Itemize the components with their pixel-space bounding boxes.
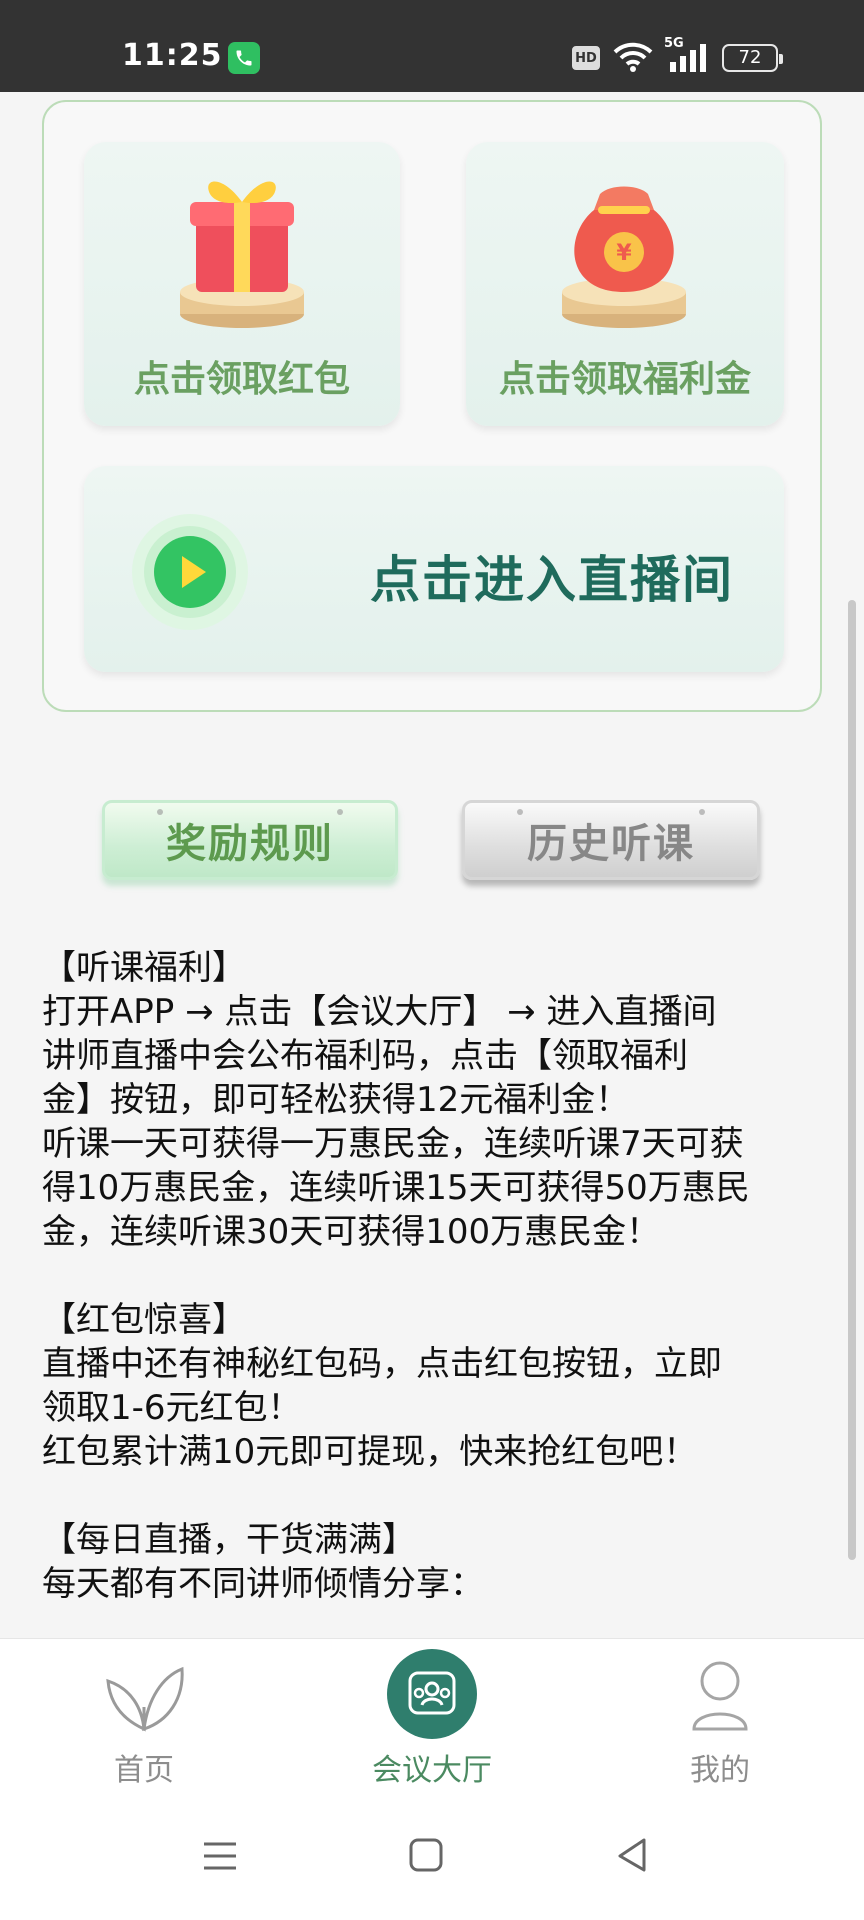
content-line: 讲师直播中会公布福利码，点击【领取福利	[42, 1036, 688, 1076]
decor-dot	[517, 809, 523, 815]
decor-dot	[157, 809, 163, 815]
back-icon[interactable]	[614, 1836, 650, 1876]
nav-me[interactable]: 我的	[620, 1639, 820, 1801]
decor-dot	[337, 809, 343, 815]
phone-call-icon	[228, 42, 260, 74]
reward-rules-tab[interactable]: 奖励规则	[102, 800, 398, 880]
live-room-button[interactable]: 点击进入直播间	[84, 466, 784, 672]
content-line: 金】按钮，即可轻松获得12元福利金！	[42, 1080, 630, 1120]
battery-indicator: 72	[722, 44, 783, 72]
history-classes-label: 历史听课	[527, 821, 695, 867]
menu-icon[interactable]	[200, 1836, 240, 1876]
content-line: 听课一天可获得一万惠民金，连续听课7天可获	[42, 1124, 744, 1164]
scrollbar[interactable]	[848, 600, 856, 1560]
hd-icon: HD	[572, 46, 600, 70]
content-line: 红包累计满10元即可提现，快来抢红包吧！	[42, 1432, 698, 1472]
action-card: 点击领取红包 ¥ 点击领取福利金 点击进入直播间	[42, 100, 822, 712]
system-nav-bar	[0, 1800, 864, 1920]
live-room-label: 点击进入直播间	[370, 551, 734, 609]
play-icon	[132, 514, 248, 630]
reward-rules-label: 奖励规则	[166, 821, 334, 867]
red-packet-label: 点击领取红包	[133, 359, 350, 400]
content-line: 【红包惊喜】	[42, 1300, 246, 1340]
content-line: 【听课福利】	[42, 948, 246, 988]
red-packet-button[interactable]: 点击领取红包	[84, 142, 400, 426]
nav-me-label: 我的	[690, 1753, 750, 1788]
content-line: 每天都有不同讲师倾情分享：	[42, 1564, 484, 1604]
gift-box-icon	[180, 181, 304, 328]
money-bag-icon: ¥	[562, 186, 686, 328]
welfare-fund-button[interactable]: ¥ 点击领取福利金	[466, 142, 784, 426]
content-line: 打开APP → 点击【会议大厅】 → 进入直播间	[42, 992, 717, 1032]
history-classes-tab[interactable]: 历史听课	[462, 800, 760, 880]
content-line: 金，连续听课30天可获得100万惠民金！	[42, 1212, 661, 1252]
home-square-icon[interactable]	[408, 1836, 444, 1876]
nav-meeting-hall-label: 会议大厅	[372, 1753, 492, 1788]
nav-home[interactable]: 首页	[44, 1639, 244, 1801]
content-line: 得10万惠民金，连续听课15天可获得50万惠民	[42, 1168, 750, 1208]
signal-icon	[666, 40, 710, 78]
rules-content: 【听课福利】 打开APP → 点击【会议大厅】 → 进入直播间 讲师直播中会公布…	[42, 946, 832, 1606]
status-bar: 11:25 HD 5G 72	[0, 0, 864, 92]
welfare-fund-label: 点击领取福利金	[498, 359, 751, 400]
nav-home-label: 首页	[114, 1753, 174, 1788]
status-time: 11:25	[122, 38, 223, 73]
content-line: 直播中还有神秘红包码，点击红包按钮，立即	[42, 1344, 722, 1384]
wifi-icon	[612, 40, 654, 78]
leaf-home-icon	[106, 1666, 184, 1732]
content-line: 【每日直播，干货满满】	[42, 1520, 416, 1560]
bottom-nav: 首页 会议大厅 我的	[0, 1638, 864, 1800]
content-line: 领取1-6元红包！	[42, 1388, 302, 1428]
nav-meeting-hall[interactable]: 会议大厅	[332, 1639, 532, 1801]
decor-dot	[699, 809, 705, 815]
user-icon	[692, 1661, 748, 1731]
meeting-group-icon	[387, 1649, 477, 1739]
yuan-symbol: ¥	[616, 241, 632, 266]
